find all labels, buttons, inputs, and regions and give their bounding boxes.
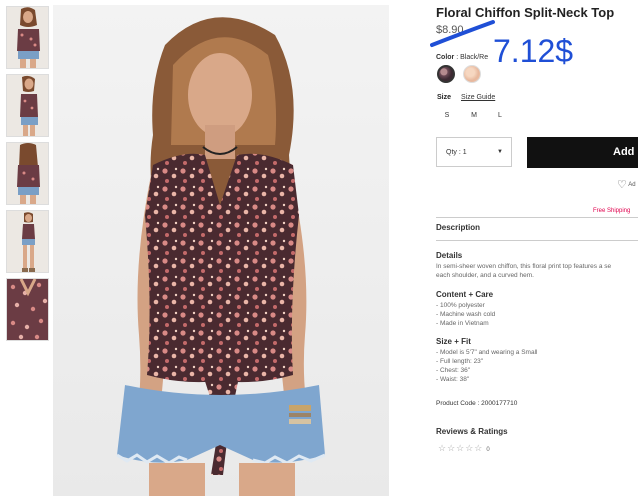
thumbnail-front[interactable] (6, 6, 49, 69)
thumbnail-back[interactable] (6, 142, 49, 205)
quantity-select[interactable]: Qty : 1 ▼ (436, 137, 512, 167)
caret-down-icon: ▼ (497, 149, 503, 155)
color-swatch-black-red[interactable] (437, 65, 455, 83)
thumbnail-list (6, 6, 49, 346)
quantity-value: Qty : 1 (446, 149, 467, 156)
thumbnail-detail[interactable] (6, 278, 49, 341)
star-icon: ☆☆☆☆☆ (438, 443, 484, 453)
fit-item: - Waist: 38" (436, 376, 470, 383)
product-code: Product Code : 2000177710 (436, 400, 518, 407)
thumbnail-detail-image (7, 279, 48, 340)
heart-icon: ♡ (617, 179, 627, 191)
details-line-1: In semi-sheer woven chiffon, this floral… (436, 263, 612, 270)
size-option-l[interactable]: L (493, 112, 507, 119)
star-rating[interactable]: ☆☆☆☆☆ 0 (438, 443, 490, 454)
thumbnail-full-image (7, 211, 48, 272)
fit-item: - Chest: 36" (436, 367, 471, 374)
details-line-2: each shoulder, and a curved hem. (436, 272, 534, 279)
content-item: - Made in Vietnam (436, 320, 489, 327)
thumbnail-side-image (7, 75, 48, 136)
color-value: : Black/Re (456, 54, 489, 61)
description-heading[interactable]: Description (436, 223, 480, 232)
thumbnail-front-image (7, 7, 48, 68)
size-option-s[interactable]: S (440, 112, 454, 119)
add-to-bag-label: Add (613, 146, 635, 158)
color-label: Color (436, 54, 455, 61)
handwritten-new-price: 7.12$ (493, 33, 574, 69)
thumbnail-back-image (7, 143, 48, 204)
thumbnail-full[interactable] (6, 210, 49, 273)
size-option-m[interactable]: M (467, 112, 481, 119)
divider (436, 240, 638, 241)
divider (436, 217, 638, 218)
content-care-heading: Content + Care (436, 290, 494, 299)
add-to-bag-button[interactable]: Add (527, 137, 638, 168)
reviews-heading[interactable]: Reviews & Ratings (436, 427, 508, 436)
color-swatch-blush[interactable] (463, 65, 481, 83)
content-item: - 100% polyester (436, 302, 485, 309)
content-item: - Machine wash cold (436, 311, 496, 318)
fit-item: - Full length: 23" (436, 358, 484, 365)
free-shipping-text: Free Shipping (593, 208, 631, 214)
main-product-image[interactable] (53, 5, 389, 496)
thumbnail-side[interactable] (6, 74, 49, 137)
model-photo (53, 5, 389, 496)
size-guide-link[interactable]: Size Guide (461, 94, 495, 101)
fit-item: - Model is 5'7" and wearing a Small (436, 349, 538, 356)
review-count: 0 (486, 447, 490, 453)
size-fit-heading: Size + Fit (436, 337, 471, 346)
color-label-row: Color : Black/Re (436, 54, 488, 61)
size-label: Size (437, 94, 452, 101)
price-strike-annotation (430, 20, 495, 47)
wishlist-label: Ad (628, 182, 636, 189)
wishlist-link[interactable]: ♡ Ad (617, 178, 636, 191)
details-heading: Details (436, 251, 463, 260)
